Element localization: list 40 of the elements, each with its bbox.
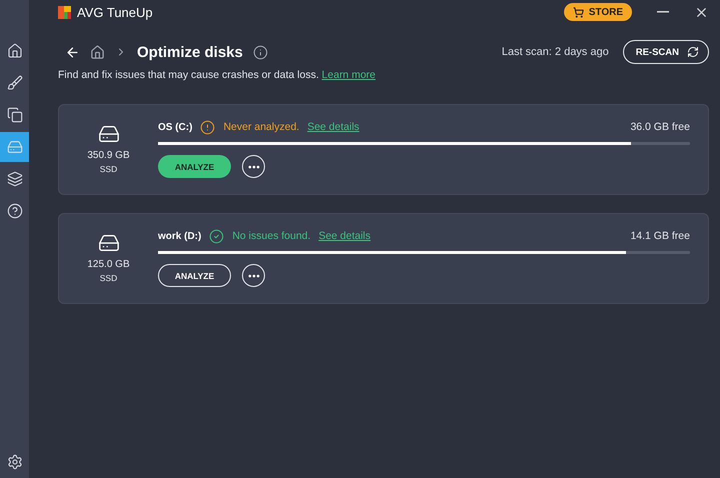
rescan-button[interactable]: RE-SCAN <box>622 40 709 64</box>
info-button[interactable] <box>252 44 268 60</box>
settings-icon <box>6 454 22 470</box>
disk-type: SSD <box>100 273 118 283</box>
home-button[interactable] <box>90 44 105 60</box>
minimize-icon <box>657 11 669 13</box>
status-text: Never analyzed. <box>223 121 300 133</box>
last-scan-text: Last scan: 2 days ago <box>502 46 609 58</box>
drive-icon <box>98 123 120 145</box>
analyze-button[interactable]: ANALYZE <box>158 155 231 178</box>
more-button[interactable] <box>242 155 265 178</box>
see-details-link[interactable]: See details <box>307 121 360 133</box>
store-button[interactable]: STORE <box>564 3 632 21</box>
free-space-text: 14.1 GB free <box>630 230 690 242</box>
status-text: No issues found. <box>232 230 311 242</box>
analyze-button[interactable]: ANALYZE <box>158 264 231 287</box>
layers-icon <box>6 171 22 187</box>
page-title: Optimize disks <box>137 44 243 60</box>
windows-icon <box>6 107 22 123</box>
disk-type: SSD <box>100 164 118 174</box>
settings-button[interactable] <box>6 454 22 470</box>
description-text: Find and fix issues that may cause crashes or data loss. Learn more <box>58 69 376 81</box>
drive-icon <box>6 139 22 155</box>
back-button[interactable] <box>65 44 80 60</box>
help-icon <box>6 203 22 219</box>
free-space-text: 36.0 GB free <box>630 121 690 133</box>
window-title: AVG TuneUp <box>77 4 153 20</box>
drive-icon <box>98 232 120 254</box>
disk-name: work (D:) <box>158 230 202 242</box>
disk-name: OS (C:) <box>158 122 192 132</box>
refresh-icon <box>687 46 699 58</box>
logo-icon <box>58 6 71 18</box>
cart-icon <box>572 6 584 18</box>
home-icon <box>6 43 22 59</box>
brush-icon <box>6 75 22 91</box>
disk-size: 350.9 GB <box>87 150 130 161</box>
see-details-link[interactable]: See details <box>318 230 371 242</box>
learn-more-link[interactable]: Learn more <box>322 69 376 81</box>
more-button[interactable] <box>242 264 265 287</box>
disk-size: 125.0 GB <box>87 259 130 270</box>
